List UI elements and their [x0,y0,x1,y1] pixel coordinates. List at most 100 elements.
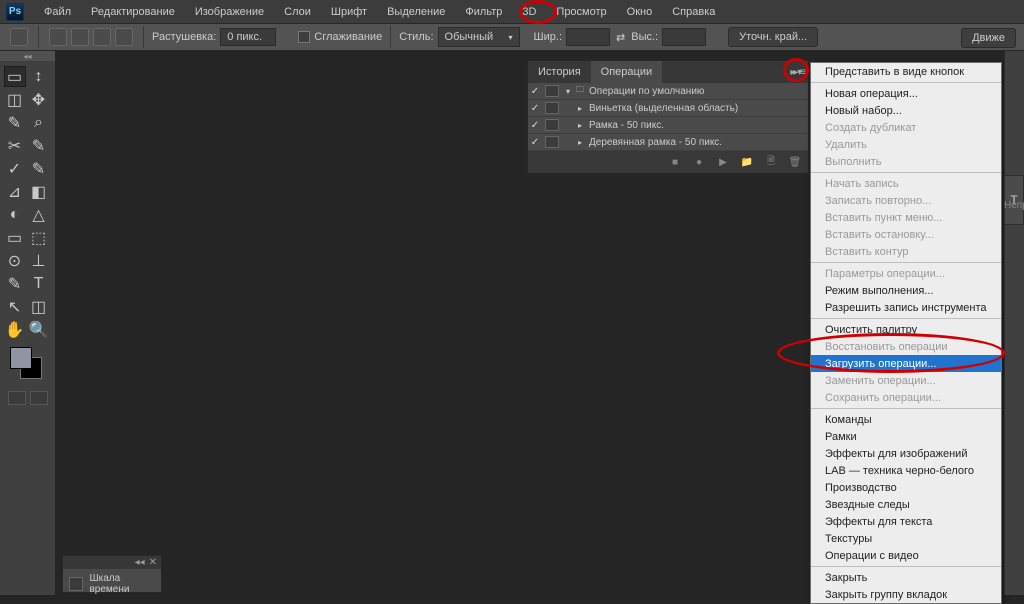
timeline-title[interactable]: Шкала времени [89,573,155,595]
color-swatches[interactable] [10,347,46,381]
tool-15[interactable]: ⬚ [28,227,50,248]
tool-dock-grip[interactable]: ◂◂ [0,51,55,61]
chevron-right-icon[interactable]: ▸ [574,138,586,147]
menu-файл[interactable]: Файл [34,2,81,22]
quickmask-icon[interactable] [8,391,26,405]
sel-new-icon[interactable] [49,28,67,46]
tab-actions[interactable]: Операции [591,61,662,83]
action-row[interactable]: ✓▸Рамка - 50 пикс. [528,117,808,134]
tool-2[interactable]: ◫ [4,89,26,110]
tool-22[interactable]: ✋ [4,319,26,340]
foreground-swatch[interactable] [10,347,32,369]
tool-3[interactable]: ✥ [28,89,50,110]
flyout-item[interactable]: Загрузить операции... [811,355,1001,372]
menu-3d[interactable]: 3D [512,2,546,22]
folder-icon[interactable]: ▾ [562,87,574,96]
tool-16[interactable]: ⊙ [4,250,26,271]
action-dialog-icon[interactable] [545,119,559,131]
tab-history[interactable]: История [528,61,591,83]
action-dialog-icon[interactable] [545,102,559,114]
panel-collapse-icon[interactable]: ▸▸ ▾≡ [790,67,804,78]
tool-0[interactable]: ▭ [4,66,26,87]
flyout-item[interactable]: Закрыть [811,569,1001,586]
tool-14[interactable]: ▭ [4,227,26,248]
tool-12[interactable]: ◐ [4,204,26,225]
tool-20[interactable]: ↖ [4,296,26,317]
flyout-item[interactable]: Звездные следы [811,496,1001,513]
menu-справка[interactable]: Справка [662,2,725,22]
menu-изображение[interactable]: Изображение [185,2,274,22]
flyout-item[interactable]: Представить в виде кнопок [811,63,1001,80]
flyout-item[interactable]: Команды [811,411,1001,428]
action-row[interactable]: ✓▸Виньетка (выделенная область) [528,100,808,117]
menu-слои[interactable]: Слои [274,2,321,22]
action-toggle-icon[interactable]: ✓ [528,103,542,114]
flyout-item[interactable]: Разрешить запись инструмента [811,299,1001,316]
flyout-item[interactable]: Очистить палитру [811,321,1001,338]
sel-intersect-icon[interactable] [115,28,133,46]
menu-separator [811,262,1001,263]
tool-1[interactable]: ↕ [28,66,50,87]
tool-21[interactable]: ◫ [28,296,50,317]
menu-окно[interactable]: Окно [617,2,663,22]
action-row[interactable]: ✓▸Деревянная рамка - 50 пикс. [528,134,808,151]
refine-edge-button[interactable]: Уточн. край... [728,27,818,47]
flyout-item[interactable]: Эффекты для текста [811,513,1001,530]
menu-выделение[interactable]: Выделение [377,2,455,22]
menu-редактирование[interactable]: Редактирование [81,2,185,22]
flyout-item[interactable]: Эффекты для изображений [811,445,1001,462]
tool-9[interactable]: ✎ [28,158,50,179]
sel-add-icon[interactable] [71,28,89,46]
flyout-item[interactable]: LAB — техника черно-белого [811,462,1001,479]
flyout-item[interactable]: Операции с видео [811,547,1001,564]
tool-8[interactable]: ✓ [4,158,26,179]
tool-18[interactable]: ✎ [4,273,26,294]
tool-10[interactable]: ⊿ [4,181,26,202]
flyout-item[interactable]: Новая операция... [811,85,1001,102]
flyout-item[interactable]: Рамки [811,428,1001,445]
flyout-item[interactable]: Производство [811,479,1001,496]
antialias-label: Сглаживание [314,31,382,43]
menu-шрифт[interactable]: Шрифт [321,2,377,22]
width-input[interactable] [566,28,610,46]
screenmode-icon[interactable] [30,391,48,405]
panel-footer-icon[interactable]: ● [692,156,706,168]
tool-19[interactable]: T [28,273,50,294]
action-toggle-icon[interactable]: ✓ [528,86,542,97]
tool-preset-icon[interactable] [10,28,28,46]
chevron-right-icon[interactable]: ▸ [574,104,586,113]
movement-button[interactable]: Движе [961,28,1016,48]
chevron-right-icon[interactable]: ▸ [574,121,586,130]
action-dialog-icon[interactable] [545,136,559,148]
action-toggle-icon[interactable]: ✓ [528,120,542,131]
menu-separator [811,318,1001,319]
panel-footer-icon[interactable]: 🗑 [788,156,802,168]
sel-sub-icon[interactable] [93,28,111,46]
side-label: Непр [1004,200,1024,218]
panel-footer-icon[interactable]: ■ [668,156,682,168]
flyout-item[interactable]: Текстуры [811,530,1001,547]
tool-17[interactable]: ⊥ [28,250,50,271]
tool-4[interactable]: ✎ [4,112,26,133]
tool-13[interactable]: △ [28,204,50,225]
style-select[interactable]: Обычный▾ [438,27,520,47]
antialias-checkbox[interactable] [298,31,310,43]
flyout-item[interactable]: Режим выполнения... [811,282,1001,299]
timeline-grip[interactable]: ◂◂✕ [63,556,161,569]
tool-6[interactable]: ✂ [4,135,26,156]
menu-фильтр[interactable]: Фильтр [455,2,512,22]
height-input[interactable] [662,28,706,46]
tool-11[interactable]: ◧ [28,181,50,202]
tool-23[interactable]: 🔍 [28,319,50,340]
panel-footer-icon[interactable]: ▶ [716,156,730,168]
panel-footer-icon[interactable]: 📁 [740,156,754,168]
menu-просмотр[interactable]: Просмотр [546,2,616,22]
action-dialog-icon[interactable] [545,85,559,97]
tool-5[interactable]: ⌕ [28,112,50,133]
action-row[interactable]: ✓▾🗀Операции по умолчанию [528,83,808,100]
flyout-item[interactable]: Новый набор... [811,102,1001,119]
action-toggle-icon[interactable]: ✓ [528,137,542,148]
tool-7[interactable]: ✎ [28,135,50,156]
panel-footer-icon[interactable]: 🗎 [764,156,778,168]
feather-input[interactable]: 0 пикс. [220,28,276,46]
